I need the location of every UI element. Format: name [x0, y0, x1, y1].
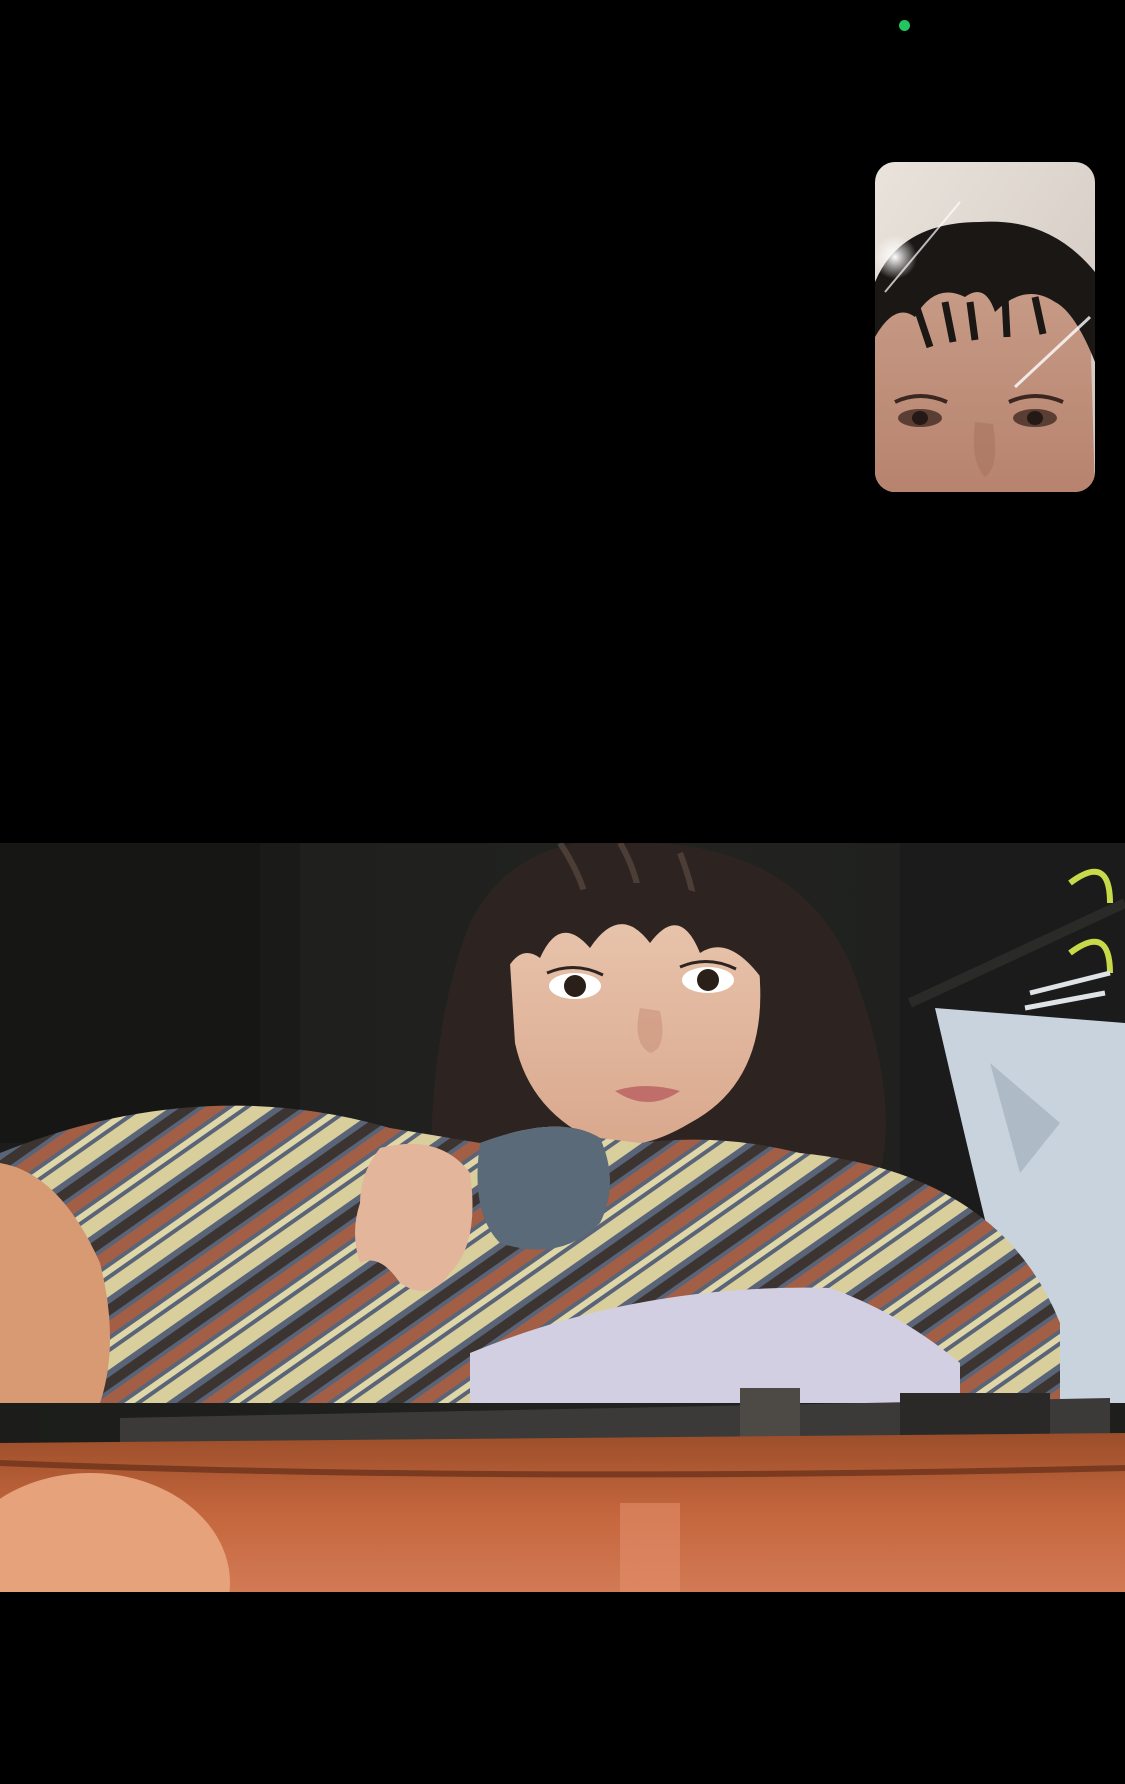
self-view-video-frame — [875, 162, 1095, 492]
camera-in-use-indicator-icon — [899, 20, 910, 31]
self-view-preview[interactable] — [875, 162, 1095, 492]
remote-video-frame — [0, 843, 1125, 1592]
remote-video-feed — [0, 843, 1125, 1592]
video-call-screen — [0, 0, 1125, 1784]
